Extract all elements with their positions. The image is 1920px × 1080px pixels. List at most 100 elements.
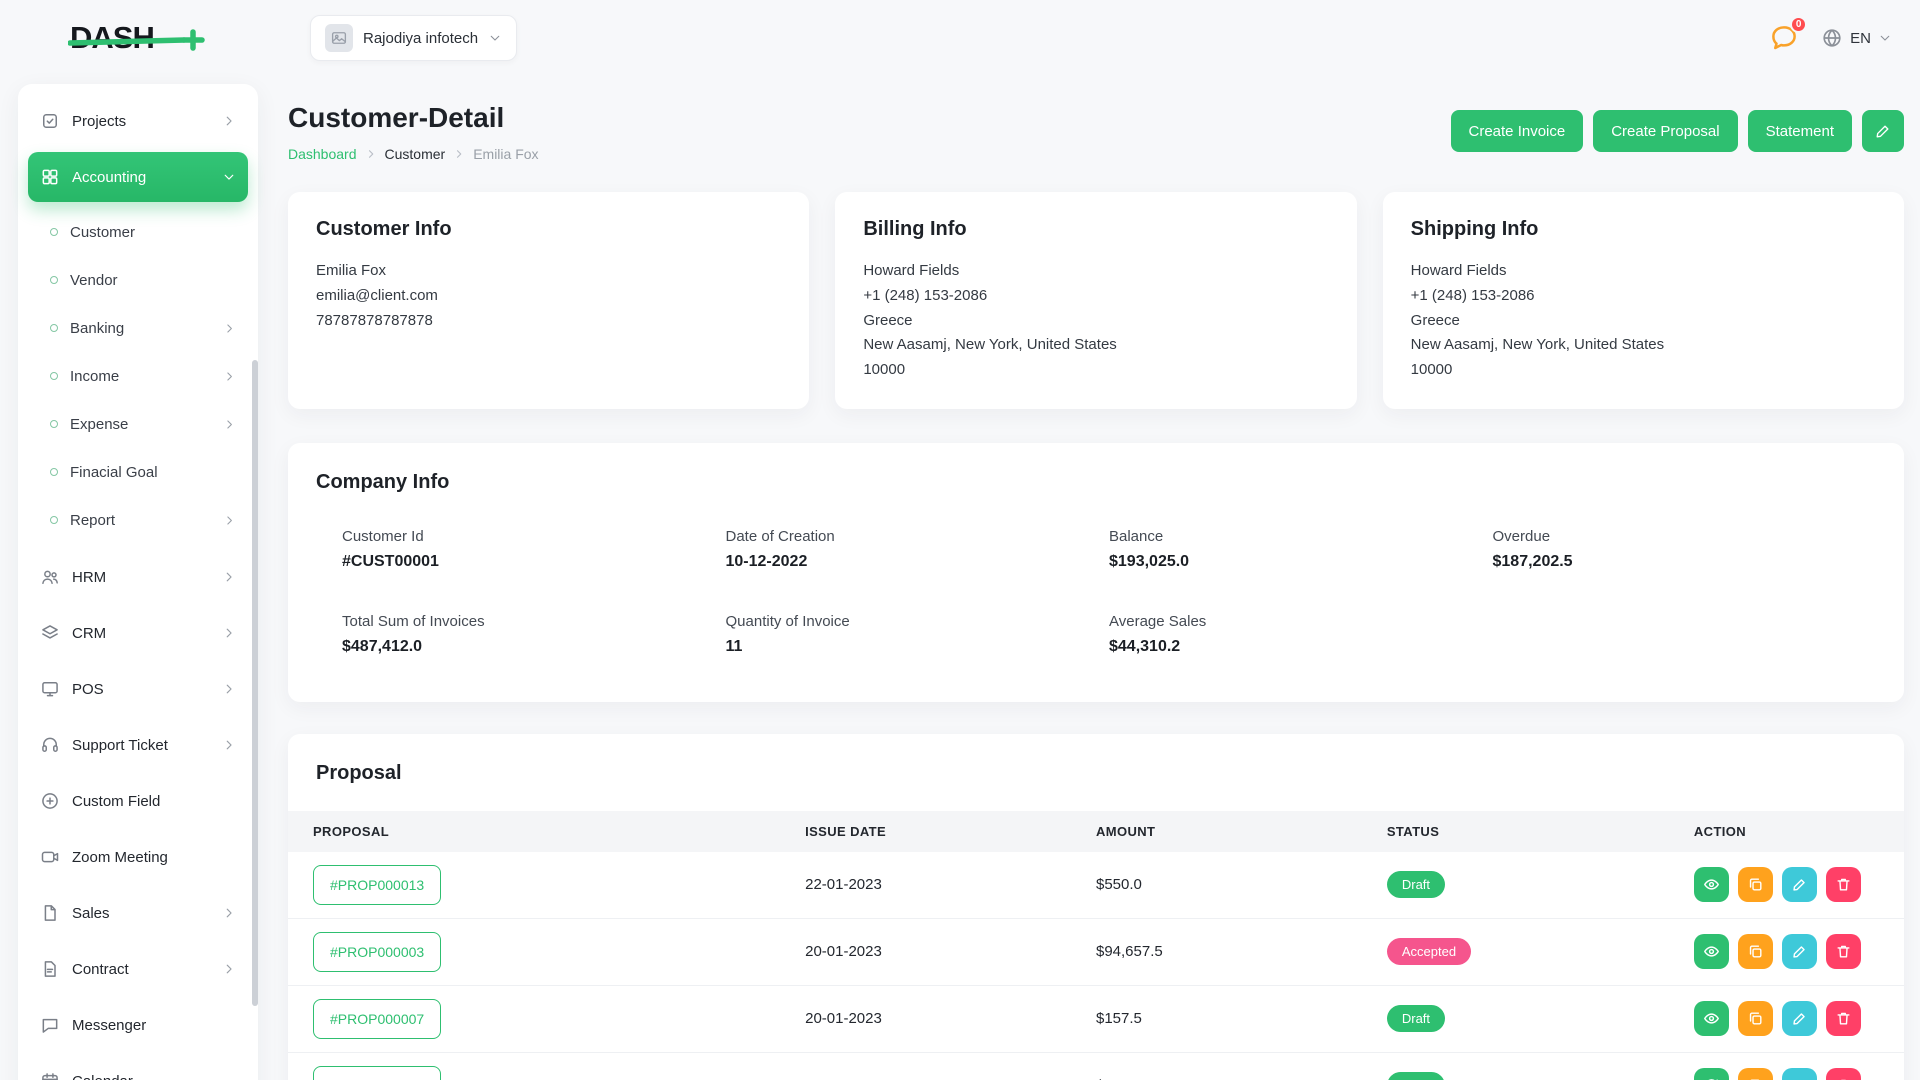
edit-customer-button[interactable] bbox=[1862, 110, 1904, 152]
chevron-down-icon bbox=[1878, 31, 1892, 45]
sidebar-item-label: Accounting bbox=[72, 169, 146, 186]
sidebar-item-label: Calendar bbox=[72, 1073, 133, 1080]
breadcrumb-item-customer[interactable]: Customer bbox=[385, 146, 446, 162]
card-lines: Howard Fields+1 (248) 153-2086GreeceNew … bbox=[1411, 259, 1876, 383]
sidebar-item-accounting[interactable]: Accounting bbox=[28, 152, 248, 202]
company-info-grid: Customer Id#CUST00001Date of Creation10-… bbox=[316, 528, 1876, 656]
sidebar-item-projects[interactable]: Projects bbox=[28, 96, 248, 146]
sidebar-subitem-banking[interactable]: Banking bbox=[28, 306, 248, 350]
view-button[interactable] bbox=[1694, 867, 1729, 902]
clipboard-check-icon bbox=[40, 111, 60, 131]
field-label: Overdue bbox=[1493, 528, 1877, 545]
view-button[interactable] bbox=[1694, 1001, 1729, 1036]
copy-icon bbox=[1747, 943, 1764, 960]
app-logo[interactable]: DASH bbox=[68, 19, 238, 57]
edit-button[interactable] bbox=[1782, 1068, 1817, 1080]
sidebar-submenu-accounting: CustomerVendorBankingIncomeExpenseFinaci… bbox=[28, 208, 248, 552]
card-title: Customer Info bbox=[316, 218, 781, 241]
sidebar-item-custom-field[interactable]: Custom Field bbox=[28, 776, 248, 826]
chat-icon bbox=[40, 1015, 60, 1035]
create-proposal-button[interactable]: Create Proposal bbox=[1593, 110, 1737, 152]
info-line: Greece bbox=[863, 309, 1328, 334]
delete-button[interactable] bbox=[1826, 934, 1861, 969]
bullet-icon bbox=[50, 324, 58, 332]
field-label: Quantity of Invoice bbox=[726, 613, 1110, 630]
globe-icon bbox=[1821, 27, 1843, 49]
copy-icon bbox=[1747, 1010, 1764, 1027]
sidebar-item-contract[interactable]: Contract bbox=[28, 944, 248, 994]
edit-button[interactable] bbox=[1782, 1001, 1817, 1036]
logo-text: DASH bbox=[70, 20, 154, 55]
view-button[interactable] bbox=[1694, 934, 1729, 969]
field-label: Total Sum of Invoices bbox=[342, 613, 726, 630]
proposal-row: #PROP00000320-01-2023$94,657.5Accepted bbox=[288, 918, 1904, 985]
chevron-right-icon bbox=[222, 114, 236, 128]
create-invoice-button[interactable]: Create Invoice bbox=[1451, 110, 1584, 152]
proposal-id-link[interactable]: #PROP000009 bbox=[313, 1066, 441, 1080]
messenger-button[interactable]: 0 bbox=[1769, 23, 1799, 53]
proposal-id-link[interactable]: #PROP000013 bbox=[313, 865, 441, 905]
users-icon bbox=[40, 567, 60, 587]
statement-button[interactable]: Statement bbox=[1748, 110, 1852, 152]
field-balance: Balance$193,025.0 bbox=[1109, 528, 1493, 571]
chevron-right-icon bbox=[223, 370, 236, 383]
proposal-id-link[interactable]: #PROP000003 bbox=[313, 932, 441, 972]
customer-info-card: Customer Info Emilia Foxemilia@client.com… bbox=[288, 192, 809, 409]
field-value: $44,310.2 bbox=[1109, 638, 1493, 656]
sidebar-scrollbar[interactable] bbox=[252, 360, 258, 1006]
sidebar-item-crm[interactable]: CRM bbox=[28, 608, 248, 658]
sidebar-item-support-ticket[interactable]: Support Ticket bbox=[28, 720, 248, 770]
issue-date-cell: 20-01-2023 bbox=[805, 985, 1096, 1052]
video-icon bbox=[40, 847, 60, 867]
sidebar-item-messenger[interactable]: Messenger bbox=[28, 1000, 248, 1050]
proposal-id-link[interactable]: #PROP000007 bbox=[313, 999, 441, 1039]
sidebar-subitem-label: Report bbox=[70, 512, 115, 529]
sidebar-subitem-finacial-goal[interactable]: Finacial Goal bbox=[28, 450, 248, 494]
delete-button[interactable] bbox=[1826, 867, 1861, 902]
chevron-right-icon bbox=[365, 148, 377, 160]
trash-icon bbox=[1835, 1010, 1852, 1027]
language-selector[interactable]: EN bbox=[1821, 27, 1892, 49]
trash-icon bbox=[1835, 876, 1852, 893]
edit-button[interactable] bbox=[1782, 867, 1817, 902]
delete-button[interactable] bbox=[1826, 1068, 1861, 1080]
card-lines: Emilia Foxemilia@client.com7878787878787… bbox=[316, 259, 781, 333]
sidebar-item-pos[interactable]: POS bbox=[28, 664, 248, 714]
pencil-icon bbox=[1791, 876, 1808, 893]
delete-button[interactable] bbox=[1826, 1001, 1861, 1036]
edit-button[interactable] bbox=[1782, 934, 1817, 969]
field-value: #CUST00001 bbox=[342, 553, 726, 571]
duplicate-button[interactable] bbox=[1738, 1001, 1773, 1036]
info-line: 78787878787878 bbox=[316, 309, 781, 334]
company-selector[interactable]: Rajodiya infotech bbox=[310, 15, 517, 61]
eye-icon bbox=[1703, 943, 1720, 960]
sidebar-subitem-expense[interactable]: Expense bbox=[28, 402, 248, 446]
duplicate-button[interactable] bbox=[1738, 934, 1773, 969]
sidebar-subitem-income[interactable]: Income bbox=[28, 354, 248, 398]
issue-date-cell: 20-01-2023 bbox=[805, 1052, 1096, 1080]
calendar-icon bbox=[40, 1071, 60, 1080]
sidebar-item-label: Zoom Meeting bbox=[72, 849, 168, 866]
sidebar-item-hrm[interactable]: HRM bbox=[28, 552, 248, 602]
sidebar-nav: Projects Accounting CustomerVendorBankingI… bbox=[28, 96, 248, 1080]
field-value: $187,202.5 bbox=[1493, 553, 1877, 571]
breadcrumb-item-dashboard[interactable]: Dashboard bbox=[288, 146, 357, 162]
pencil-icon bbox=[1874, 122, 1892, 140]
sidebar-item-sales[interactable]: Sales bbox=[28, 888, 248, 938]
chevron-right-icon bbox=[222, 570, 236, 584]
status-badge: Draft bbox=[1387, 1005, 1445, 1032]
info-line: Howard Fields bbox=[1411, 259, 1876, 284]
duplicate-button[interactable] bbox=[1738, 867, 1773, 902]
sidebar-subitem-vendor[interactable]: Vendor bbox=[28, 258, 248, 302]
sidebar-subitem-report[interactable]: Report bbox=[28, 498, 248, 542]
topbar: DASH Rajodiya infotech 0 EN bbox=[0, 0, 1920, 76]
sidebar-item-label: CRM bbox=[72, 625, 106, 642]
status-badge: Accepted bbox=[1387, 938, 1471, 965]
duplicate-button[interactable] bbox=[1738, 1068, 1773, 1080]
convert-button[interactable] bbox=[1694, 1068, 1729, 1080]
field-overdue: Overdue $187,202.5 bbox=[1493, 528, 1877, 571]
amount-cell: $94,657.5 bbox=[1096, 918, 1387, 985]
sidebar-item-zoom-meeting[interactable]: Zoom Meeting bbox=[28, 832, 248, 882]
sidebar-subitem-customer[interactable]: Customer bbox=[28, 210, 248, 254]
sidebar-item-calendar[interactable]: Calendar bbox=[28, 1056, 248, 1080]
